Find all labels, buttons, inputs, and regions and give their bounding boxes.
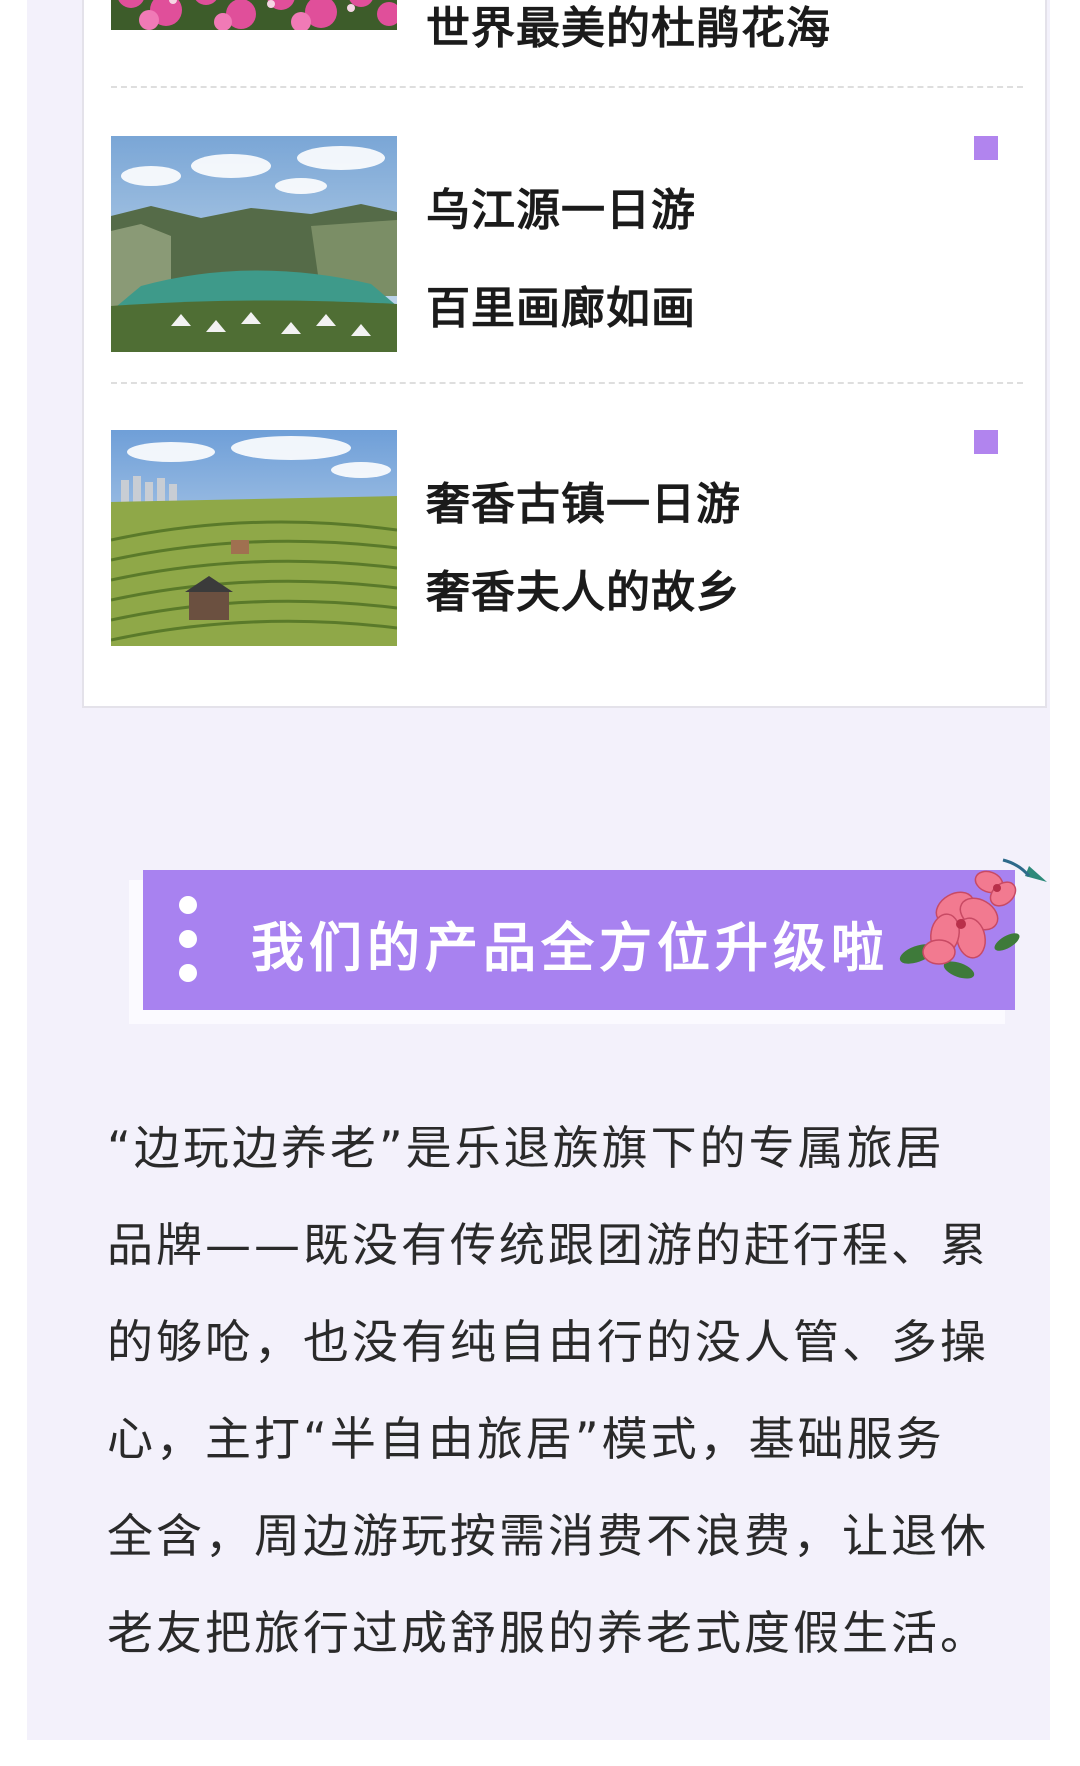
route-title: 乌江源一日游 [426, 185, 696, 236]
route-item-shexiang[interactable]: 奢香古镇一日游 奢香夫人的故乡 [111, 430, 1023, 646]
route-list-card: 世界最美的杜鹃花海 乌江源一日游 百里画廊如画 奢香古镇一日游 奢香夫人的故乡 [82, 0, 1047, 708]
divider [111, 382, 1023, 384]
square-marker-icon [974, 136, 998, 160]
route-subtitle: 百里画廊如画 [426, 283, 696, 334]
description-line: 的够呛，也没有纯自由行的没人管、多操 [107, 1315, 989, 1369]
section-banner: 我们的产品全方位升级啦 [143, 858, 1047, 1010]
description-line: 品牌——既没有传统跟团游的赶行程、累 [107, 1218, 989, 1272]
azalea-field-photo [111, 0, 397, 30]
route-item-wujiang[interactable]: 乌江源一日游 百里画廊如画 [111, 136, 1023, 352]
square-marker-icon [974, 430, 998, 454]
description-line: “边玩边养老”是乐退族旗下的专属旅居 [107, 1121, 945, 1175]
divider [111, 86, 1023, 88]
banner-title: 我们的产品全方位升级啦 [251, 918, 889, 979]
description-line: 老友把旅行过成舒服的养老式度假生活。 [107, 1606, 989, 1660]
route-subtitle: 奢香夫人的故乡 [426, 567, 741, 618]
description-line: 全含，周边游玩按需消费不浪费，让退休 [107, 1509, 989, 1563]
route-item-azalea[interactable]: 世界最美的杜鹃花海 [111, 0, 1023, 74]
wujiang-canyon-photo [111, 136, 397, 352]
azalea-flower-icon [899, 846, 1049, 986]
page-background: 世界最美的杜鹃花海 乌江源一日游 百里画廊如画 奢香古镇一日游 奢香夫人的故乡 … [27, 0, 1050, 1740]
tea-terraces-photo [111, 430, 397, 646]
brand-description: “边玩边养老”是乐退族旗下的专属旅居 品牌——既没有传统跟团游的赶行程、累 的够… [107, 1100, 1027, 1682]
description-line: 心，主打“半自由旅居”模式，基础服务 [107, 1412, 945, 1466]
dots-icon [179, 896, 197, 986]
route-subtitle: 世界最美的杜鹃花海 [426, 3, 831, 54]
route-title: 奢香古镇一日游 [426, 479, 741, 530]
